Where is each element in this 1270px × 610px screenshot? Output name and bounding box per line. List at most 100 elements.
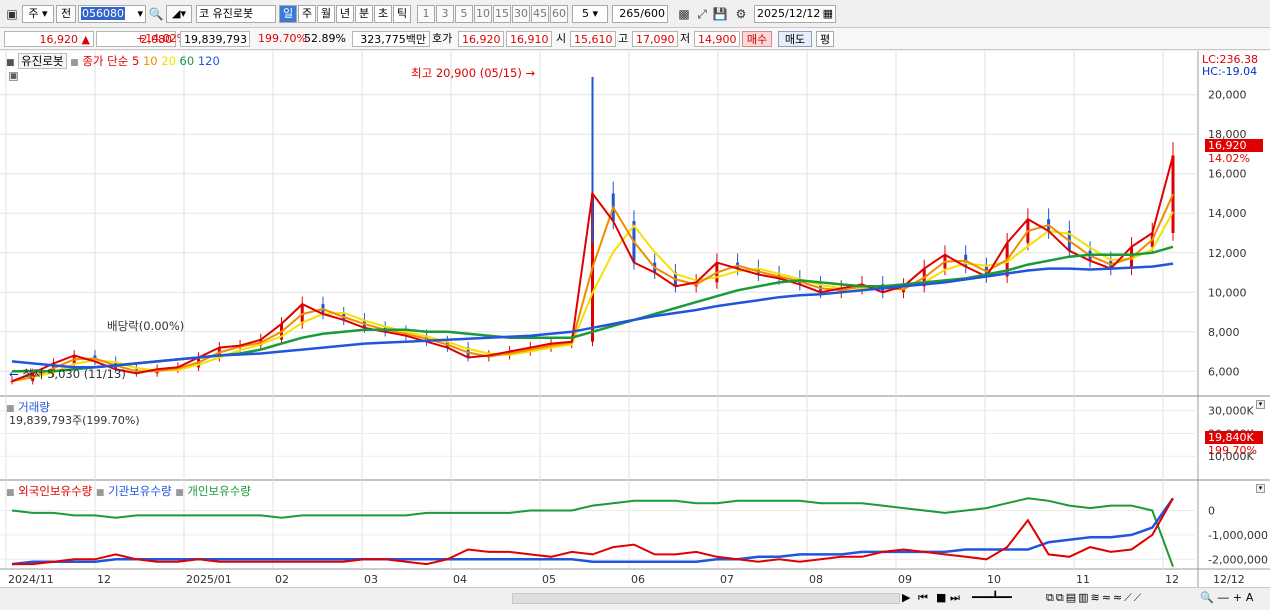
rewind-icon[interactable]: ⏮: [918, 591, 928, 605]
tick-count-select[interactable]: 5 ▾: [572, 5, 608, 23]
chart-svg[interactable]: 2024/11 12 2025/01 02 03 04 05 06 07 08 09 10 11 12 12…: [0, 51, 1270, 587]
table-icon[interactable]: ▦: [9, 72, 18, 81]
price-tag-pct: 14.02%: [1208, 152, 1250, 165]
volume-ratio: 199.70%: [258, 32, 307, 45]
price-tick-label: 10,000: [1208, 286, 1247, 299]
tick-count-value: 5: [581, 7, 589, 20]
low-annotation-text: 최저 5,030 (11/13): [22, 367, 126, 381]
minute-step[interactable]: 3: [436, 5, 454, 23]
price-tick-label: 14,000: [1208, 207, 1247, 220]
high-price: 17,090: [632, 31, 678, 47]
period-tab[interactable]: 초: [374, 5, 392, 23]
eval-button[interactable]: 평: [816, 31, 834, 47]
minute-step[interactable]: 60: [550, 5, 568, 23]
window-layout-icon[interactable]: ▣: [4, 6, 20, 22]
date-value: 2025/12/12: [757, 7, 821, 20]
calendar-icon[interactable]: ▦: [823, 6, 833, 22]
range-input[interactable]: 265/600: [612, 5, 668, 23]
foreign-legend[interactable]: 외국인보유수량: [18, 484, 92, 498]
time-scrollbar[interactable]: [512, 593, 900, 604]
quote-bar: 16,920 ▲ 2,080 +14.02% 19,839,793 199.70…: [0, 28, 1270, 50]
axes: 2024/11 12 2025/01 02 03 04 05 06 07 08 09 10 11 12 12…: [8, 89, 1268, 586]
ma-legend-label[interactable]: 종가 단순: [82, 54, 128, 68]
minute-step[interactable]: 30: [512, 5, 530, 23]
ma-legend-item[interactable]: 20: [158, 54, 176, 68]
volume-panel-toggle[interactable]: ▾: [1256, 400, 1265, 409]
price-value: 16,920: [39, 33, 79, 46]
x-tick-label: 05: [542, 573, 556, 586]
institution-legend[interactable]: 기관보유수량: [108, 484, 171, 498]
stock-name: 유진로봇: [212, 7, 254, 20]
stock-name-field[interactable]: 코 유진로봇: [196, 5, 276, 23]
period-tab[interactable]: 월: [317, 5, 335, 23]
ma-legend-item[interactable]: 60: [176, 54, 195, 68]
minute-step[interactable]: 10: [474, 5, 492, 23]
minute-step[interactable]: 45: [531, 5, 549, 23]
x-tick-label: 02: [275, 573, 289, 586]
x-tick-label: 11: [1076, 573, 1090, 586]
period-tab[interactable]: 분: [355, 5, 373, 23]
minute-step[interactable]: 5: [455, 5, 473, 23]
individual-legend[interactable]: 개인보유수량: [187, 484, 250, 498]
holder-tick-label: -1,000,000: [1208, 529, 1268, 542]
x-tick-label: 03: [364, 573, 378, 586]
price-legend: ■ 유진로봇 ■ 종가 단순 5 10 20 60 120: [6, 53, 220, 69]
chart-area[interactable]: 2024/11 12 2025/01 02 03 04 05 06 07 08 09 10 11 12 12…: [0, 51, 1270, 587]
ma-legend-items: 5 10 20 60 120: [132, 54, 220, 68]
sell-button[interactable]: 매도: [778, 31, 812, 47]
stock-legend[interactable]: 유진로봇: [18, 53, 67, 69]
market-select[interactable]: 주 ▾: [22, 5, 54, 23]
price-tick-label: 12,000: [1208, 247, 1247, 260]
ma-legend-item[interactable]: 120: [194, 54, 220, 68]
stop-icon[interactable]: ■: [936, 591, 946, 604]
x-tick-label: 06: [631, 573, 645, 586]
save-icon[interactable]: 💾: [712, 6, 728, 22]
buy-button[interactable]: 매수: [742, 31, 772, 47]
period-tab[interactable]: 년: [336, 5, 354, 23]
zoom-icons[interactable]: 🔍―+A: [1200, 591, 1257, 604]
forward-icon[interactable]: ⏭: [950, 591, 960, 605]
sound-button[interactable]: ◢▾: [166, 5, 192, 23]
volume-legend-value: 19,839,793주(199.70%): [9, 414, 140, 427]
period-tab[interactable]: 주: [298, 5, 316, 23]
x-tick-label: 12/12: [1213, 573, 1245, 586]
price-tick-label: 8,000: [1208, 326, 1240, 339]
play-icon[interactable]: ▶: [902, 591, 910, 604]
market-label: 주: [28, 7, 39, 20]
x-tick-label: 2025/01: [186, 573, 232, 586]
stock-chart-window: ▣ 주 ▾ 전 056080 ▾ 🔍 ◢▾ 코 유진로봇 일주월년분초틱 1351…: [0, 0, 1270, 610]
bottom-scroll-bar: ▶ ⏮ ■ ⏭ ━━━┻━━ ⧉⧉▤▥≋≈≈⟋⟋ 🔍―+A: [0, 587, 1270, 610]
zoom-slider-icon[interactable]: ━━━┻━━: [972, 591, 1012, 604]
holder-tick-label: -2,000,000: [1208, 553, 1268, 566]
search-icon[interactable]: 🔍: [148, 6, 164, 22]
holders-panel-toggle[interactable]: ▾: [1256, 484, 1265, 493]
open-label: 시: [556, 32, 567, 45]
dividend-annotation: 배당락(0.00%): [107, 319, 185, 333]
candles: [10, 76, 1175, 385]
period-tab[interactable]: 틱: [393, 5, 411, 23]
up-arrow-icon: ▲: [81, 33, 90, 46]
trade-amount: 323,775백만: [352, 31, 430, 47]
x-tick-label: 09: [898, 573, 912, 586]
low-price: 14,900: [694, 31, 740, 47]
ask-price: 16,920: [458, 31, 504, 47]
gear-icon[interactable]: ⚙: [733, 6, 749, 22]
date-input[interactable]: 2025/12/12 ▦: [754, 5, 836, 23]
holder-lines: [11, 497, 1175, 567]
candle-type-icon[interactable]: ▩: [676, 6, 692, 22]
tool-icons[interactable]: ⧉⧉▤▥≋≈≈⟋⟋: [1046, 591, 1143, 605]
foreign-line: [12, 497, 1174, 566]
stock-code-input[interactable]: 056080 ▾: [78, 5, 146, 23]
bid-price: 16,910: [506, 31, 552, 47]
market-prefix: 코: [199, 7, 210, 20]
ma-legend-item[interactable]: 10: [139, 54, 158, 68]
volume-value: 19,839,793: [180, 31, 250, 47]
bid-label: 호가: [432, 32, 453, 45]
indicator-icon[interactable]: ⤢: [694, 6, 710, 22]
period-tab[interactable]: 일: [279, 5, 297, 23]
minute-step[interactable]: 1: [417, 5, 435, 23]
low-annotation: ← 최저 5,030 (11/13): [9, 367, 126, 381]
minute-step[interactable]: 15: [493, 5, 511, 23]
price-tick-label: 16,000: [1208, 168, 1247, 181]
prev-button[interactable]: 전: [56, 5, 76, 23]
